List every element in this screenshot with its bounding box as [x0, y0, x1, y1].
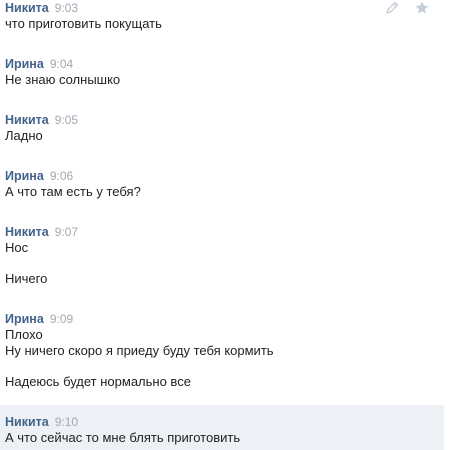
pencil-icon[interactable] [384, 0, 400, 16]
message-author[interactable]: Никита [5, 415, 49, 429]
chat-history: Никита 9:03 что приготовить покущать Ирин… [0, 0, 460, 450]
message-text: Ладно [5, 128, 43, 143]
message-group[interactable]: Никита 9:05 Ладно [0, 112, 444, 152]
message-text: Плохо [5, 327, 43, 342]
message-text: А что там есть у тебя? [5, 184, 141, 199]
message-author[interactable]: Никита [5, 113, 49, 127]
message-time[interactable]: 9:07 [55, 225, 78, 239]
message-actions [384, 0, 430, 16]
message-meta: Никита 9:10 [5, 414, 444, 430]
message-author[interactable]: Никита [5, 225, 49, 239]
message-group[interactable]: Ирина 9:09 Плохо Ну ничего скоро я приеду… [0, 311, 444, 397]
message-meta: Никита 9:05 [5, 112, 444, 128]
message-group[interactable]: Ирина 9:04 Не знаю солнышко [0, 56, 444, 96]
message-time[interactable]: 9:04 [50, 57, 73, 71]
message-text: Ну ничего скоро я приеду буду тебя корми… [5, 343, 274, 358]
message-time[interactable]: 9:03 [55, 1, 78, 15]
message-meta: Ирина 9:06 [5, 168, 444, 184]
message-text: что приготовить покущать [5, 16, 162, 31]
star-icon[interactable] [414, 0, 430, 16]
message-time[interactable]: 9:09 [50, 312, 73, 326]
message-author[interactable]: Ирина [5, 312, 44, 326]
message-text: А что сейчас то мне блять приготовить [5, 430, 241, 445]
message-text: Надеюсь будет нормально все [5, 374, 191, 389]
message-meta: Никита 9:07 [5, 224, 444, 240]
message-time[interactable]: 9:10 [55, 415, 78, 429]
message-group[interactable]: Ирина 9:06 А что там есть у тебя? [0, 168, 444, 208]
message-text: Нос [5, 240, 29, 255]
message-time[interactable]: 9:06 [50, 169, 73, 183]
message-text: Не знаю солнышко [5, 72, 121, 87]
message-group[interactable]: Никита 9:10 А что сейчас то мне блять при… [0, 405, 444, 450]
message-meta: Ирина 9:09 [5, 311, 444, 327]
message-group[interactable]: Никита 9:07 Нос Ничего [0, 224, 444, 296]
message-meta: Никита 9:03 [5, 0, 444, 16]
message-time[interactable]: 9:05 [55, 113, 78, 127]
message-group[interactable]: Никита 9:03 что приготовить покущать [0, 0, 444, 40]
message-author[interactable]: Ирина [5, 169, 44, 183]
message-text: Ничего [5, 271, 48, 286]
message-author[interactable]: Ирина [5, 57, 44, 71]
message-author[interactable]: Никита [5, 1, 49, 15]
message-meta: Ирина 9:04 [5, 56, 444, 72]
